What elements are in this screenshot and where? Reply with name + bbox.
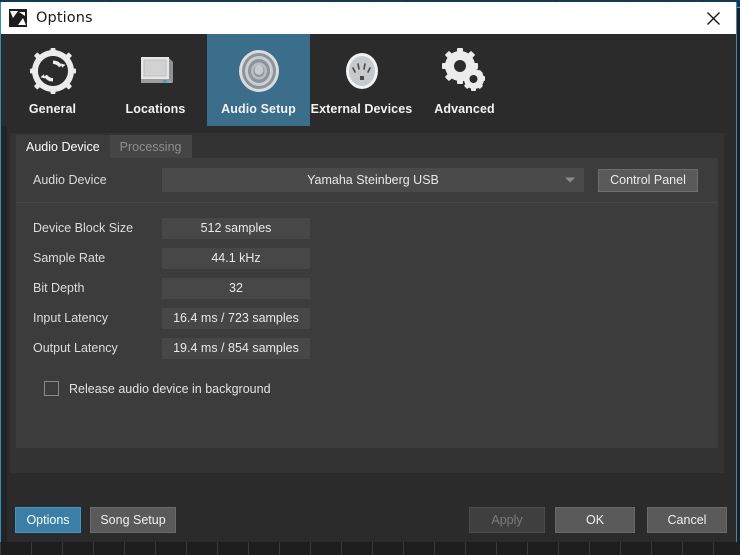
options-button[interactable]: Options bbox=[15, 507, 81, 533]
chevron-down-icon bbox=[565, 177, 575, 183]
release-audio-device-row: Release audio device in background bbox=[16, 381, 718, 396]
info-row-output-latency: Output Latency 19.4 ms / 854 samples bbox=[16, 333, 718, 363]
sample-rate-value[interactable]: 44.1 kHz bbox=[162, 247, 310, 269]
audio-device-row: Audio Device Yamaha Steinberg USB Contro… bbox=[16, 158, 718, 202]
category-tab-strip: General Locations Audio Setup External D… bbox=[1, 34, 736, 126]
tab-audio-setup-label: Audio Setup bbox=[221, 102, 296, 116]
tab-advanced-label: Advanced bbox=[434, 102, 495, 116]
audio-device-select[interactable]: Yamaha Steinberg USB bbox=[162, 168, 584, 192]
options-button-label: Options bbox=[26, 513, 70, 527]
info-row-device-block-size: Device Block Size 512 samples bbox=[16, 213, 718, 243]
device-block-size-value[interactable]: 512 samples bbox=[162, 217, 310, 239]
gear-refresh-icon bbox=[29, 45, 76, 97]
app-logo-icon bbox=[9, 9, 27, 27]
device-block-size-label: Device Block Size bbox=[33, 221, 134, 235]
tab-locations-label: Locations bbox=[125, 102, 186, 116]
ok-button-label: OK bbox=[585, 513, 605, 527]
double-gear-icon bbox=[441, 45, 488, 97]
options-dialog: Options General Locations Audio Setup Ex… bbox=[0, 2, 737, 542]
output-latency-value: 19.4 ms / 854 samples bbox=[162, 337, 310, 359]
window-title: Options bbox=[36, 10, 93, 26]
bit-depth-value[interactable]: 32 bbox=[162, 277, 310, 299]
info-row-sample-rate: Sample Rate 44.1 kHz bbox=[16, 243, 718, 273]
tab-processing-label: Processing bbox=[119, 139, 182, 154]
song-setup-button-label: Song Setup bbox=[100, 513, 166, 527]
title-bar: Options bbox=[1, 2, 736, 34]
sub-tab-bar: Audio Device Processing bbox=[10, 133, 724, 158]
tab-general[interactable]: General bbox=[1, 34, 104, 126]
apply-button: Apply bbox=[469, 507, 545, 533]
tab-audio-device[interactable]: Audio Device bbox=[16, 135, 110, 158]
audio-device-label: Audio Device bbox=[33, 173, 107, 187]
release-audio-device-label[interactable]: Release audio device in background bbox=[69, 382, 271, 396]
tab-external-devices[interactable]: External Devices bbox=[310, 34, 413, 126]
device-info-list: Device Block Size 512 samples Sample Rat… bbox=[16, 203, 718, 363]
output-latency-label: Output Latency bbox=[33, 341, 118, 355]
dialog-footer: Options Song Setup Apply OK Cancel bbox=[10, 507, 727, 533]
midi-connector-icon bbox=[339, 45, 385, 97]
tab-advanced[interactable]: Advanced bbox=[413, 34, 516, 126]
cancel-button[interactable]: Cancel bbox=[647, 507, 727, 533]
speaker-icon bbox=[234, 45, 284, 97]
ok-button[interactable]: OK bbox=[555, 507, 635, 533]
cancel-button-label: Cancel bbox=[667, 513, 707, 527]
tab-strip-filler bbox=[516, 34, 736, 126]
song-setup-button[interactable]: Song Setup bbox=[90, 507, 176, 533]
tab-external-devices-label: External Devices bbox=[310, 102, 413, 116]
hard-drive-icon bbox=[133, 45, 179, 97]
close-icon[interactable] bbox=[690, 2, 736, 34]
audio-device-panel: Audio Device Yamaha Steinberg USB Contro… bbox=[16, 158, 718, 448]
release-audio-device-checkbox[interactable] bbox=[44, 381, 59, 396]
bit-depth-label: Bit Depth bbox=[33, 281, 85, 295]
left-edge-shadow bbox=[1, 126, 7, 542]
settings-card: Audio Device Processing Audio Device Yam… bbox=[10, 133, 724, 473]
tab-general-label: General bbox=[28, 102, 77, 116]
tab-processing[interactable]: Processing bbox=[109, 135, 192, 158]
input-latency-label: Input Latency bbox=[33, 311, 109, 325]
info-row-bit-depth: Bit Depth 32 bbox=[16, 273, 718, 303]
control-panel-button-label: Control Panel bbox=[610, 173, 686, 187]
track-grid bbox=[0, 540, 740, 555]
info-row-input-latency: Input Latency 16.4 ms / 723 samples bbox=[16, 303, 718, 333]
apply-button-label: Apply bbox=[491, 513, 523, 527]
input-latency-value: 16.4 ms / 723 samples bbox=[162, 307, 310, 329]
control-panel-button[interactable]: Control Panel bbox=[598, 168, 698, 192]
tab-locations[interactable]: Locations bbox=[104, 34, 207, 126]
audio-device-value: Yamaha Steinberg USB bbox=[307, 173, 439, 187]
tab-audio-device-label: Audio Device bbox=[26, 139, 100, 154]
tab-audio-setup[interactable]: Audio Setup bbox=[207, 34, 310, 126]
dialog-body: Audio Device Processing Audio Device Yam… bbox=[1, 126, 736, 542]
sample-rate-label: Sample Rate bbox=[33, 251, 106, 265]
